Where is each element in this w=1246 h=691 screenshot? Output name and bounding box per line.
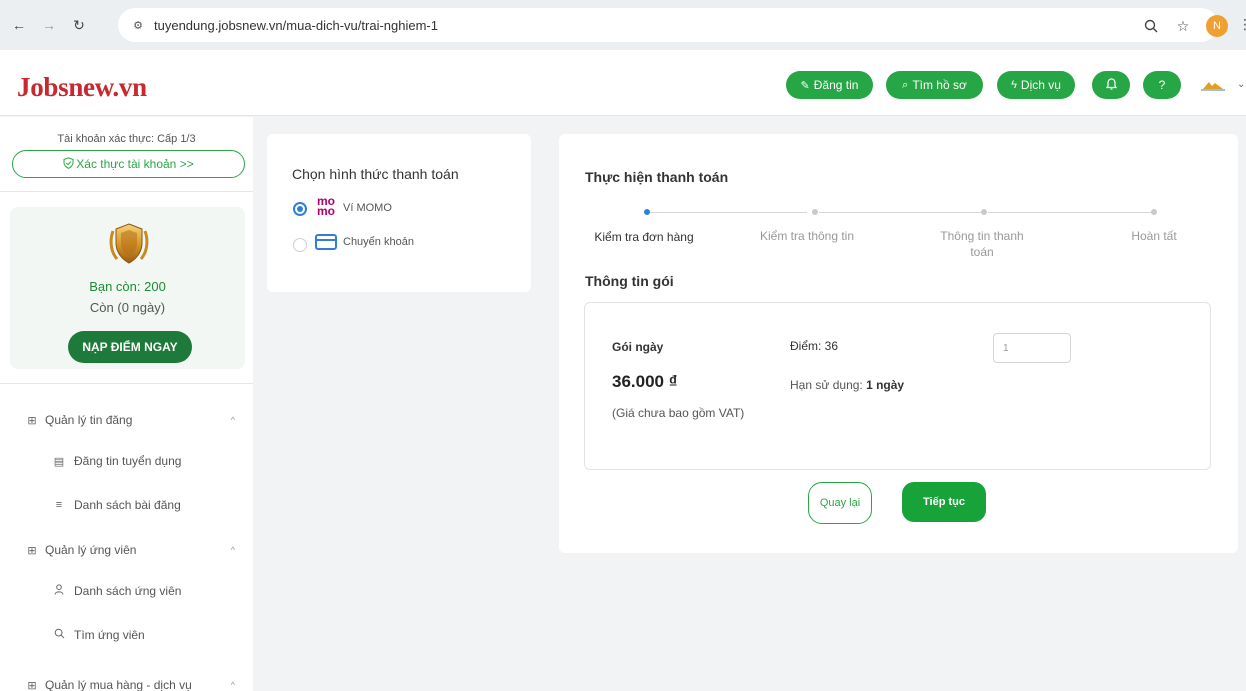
step-dot [812,209,818,215]
account-level-text: Tài khoản xác thực: Cấp 1/3 [57,133,196,145]
help-button[interactable]: ? [1143,71,1181,99]
lightning-icon: ϟ [1011,79,1017,91]
back-button[interactable]: Quay lại [808,482,872,524]
post-job-label: Đăng tin [813,78,859,92]
url-text: tuyendung.jobsnew.vn/mua-dich-vu/trai-ng… [154,17,438,33]
package-name: Gói ngày [612,340,664,354]
package-box: Gói ngày 36.000 ₫ (Giá chưa bao gồm VAT)… [584,302,1211,470]
search-icon [52,628,66,642]
payment-title: Thực hiện thanh toán [585,169,729,185]
sidebar: Tài khoản xác thực: Cấp 1/3 Xác thực tài… [0,117,253,691]
card-icon [315,234,337,250]
account-chevron-down-icon[interactable]: ⌄ [1237,79,1245,90]
shield-check-icon [63,156,74,172]
momo-radio[interactable] [293,202,307,216]
payment-method-title: Chọn hình thức thanh toán [292,166,459,182]
validity-label: Hạn sử dụng: [790,378,863,392]
points-box: Bạn còn: 200 Còn (0 ngày) NẠP ĐIỂM NGAY [10,207,245,369]
package-price: 36.000 ₫ [612,372,678,391]
chevron-up-icon[interactable]: ^ [231,545,235,555]
grid-icon: ⊞ [27,414,37,427]
bank-transfer-radio[interactable] [293,238,307,252]
chevron-up-icon[interactable]: ^ [231,415,235,425]
step-label: Hoàn tất [1131,229,1177,243]
list-icon: ≡ [55,499,63,511]
grid-icon: ⊞ [27,679,37,691]
sidebar-item-label: Tìm ứng viên [74,628,145,642]
momo-option-label[interactable]: Ví MOMO [343,202,392,214]
company-logo[interactable] [1198,77,1228,93]
services-button[interactable]: ϟ Dịch vụ [997,71,1075,99]
back-arrow-icon[interactable]: ← [8,14,30,36]
step-label: Thông tin thanh toán [940,229,1024,259]
browser-toolbar: ← → ↻ ⚙ tuyendung.jobsnew.vn/mua-dich-vu… [0,0,1246,50]
site-logo[interactable]: Jobsnew.vn [17,72,147,103]
stepper-line [650,212,807,213]
sidebar-divider [0,383,253,384]
reload-icon[interactable]: ↻ [68,14,90,36]
sidebar-item-label: Quản lý tin đăng [45,413,133,427]
payment-card: Thực hiện thanh toán Kiểm tra đơn hàng K… [559,134,1238,553]
user-icon [52,584,66,598]
sidebar-item-post-list[interactable]: ≡ Danh sách bài đăng [0,493,253,517]
sidebar-item-post-management[interactable]: ⊞ Quản lý tin đăng ^ [0,408,253,432]
search-icon: ⌕ [902,78,909,91]
sidebar-item-candidate-management[interactable]: ⊞ Quản lý ứng viên ^ [0,538,253,562]
sidebar-divider [0,191,253,192]
services-label: Dịch vụ [1020,78,1061,92]
site-settings-icon[interactable]: ⚙ [130,17,146,33]
points-balance: Bạn còn: 200 [89,279,166,294]
validity-value: 1 ngày [866,378,905,392]
sidebar-item-post-job[interactable]: ▤ Đăng tin tuyển dụng [0,449,253,473]
package-validity: Hạn sử dụng: 1 ngày [790,378,904,392]
sidebar-item-label: Quản lý ứng viên [45,543,137,557]
bookmark-star-icon[interactable]: ☆ [1174,17,1192,35]
verify-account-label: Xác thực tài khoản >> [76,157,194,171]
days-remaining: Còn (0 ngày) [89,300,166,315]
gold-shield-icon [107,221,151,267]
payment-method-card: Chọn hình thức thanh toán mo mo Ví MOMO C… [267,134,531,292]
sidebar-item-label: Danh sách ứng viên [74,584,182,598]
momo-logo-icon: mo mo [317,194,335,218]
site-header: Jobsnew.vn ✎ Đăng tin ⌕ Tìm hồ sơ ϟ Dịch… [0,50,1246,116]
quantity-input[interactable]: 1 [993,333,1071,363]
address-bar[interactable]: ⚙ tuyendung.jobsnew.vn/mua-dich-vu/trai-… [118,8,1218,42]
step-dot [981,209,987,215]
stepper-line [819,212,981,213]
grid-icon: ⊞ [27,544,37,557]
top-up-points-button[interactable]: NẠP ĐIỂM NGAY [68,331,192,363]
continue-button[interactable]: Tiếp tục [902,482,986,522]
search-cv-label: Tìm hồ sơ [912,78,967,92]
package-points: Điểm: 36 [790,339,839,353]
stepper-line [988,212,1151,213]
search-cv-button[interactable]: ⌕ Tìm hồ sơ [886,71,983,99]
document-icon: ▤ [53,455,65,468]
bell-icon [1105,77,1117,93]
step-dot [644,209,650,215]
package-info-title: Thông tin gói [585,273,674,289]
sidebar-item-label: Quản lý mua hàng - dịch vụ [45,678,192,691]
bank-transfer-option-label[interactable]: Chuyển khoản [343,236,414,248]
profile-avatar[interactable]: N [1206,15,1228,37]
verify-account-button[interactable]: Xác thực tài khoản >> [12,150,245,178]
sidebar-item-label: Danh sách bài đăng [74,498,181,512]
sidebar-item-label: Đăng tin tuyển dụng [74,454,182,468]
step-label: Kiểm tra thông tin [759,229,855,243]
sidebar-item-candidate-list[interactable]: Danh sách ứng viên [0,579,253,603]
step-label: Kiểm tra đơn hàng [594,230,694,244]
edit-icon: ✎ [800,79,810,92]
zoom-icon[interactable] [1142,17,1160,35]
sidebar-item-purchase-management[interactable]: ⊞ Quản lý mua hàng - dịch vụ ^ [0,673,253,691]
help-label: ? [1158,78,1166,92]
step-dot [1151,209,1157,215]
sidebar-item-find-candidate[interactable]: Tìm ứng viên [0,623,253,647]
notification-button[interactable] [1092,71,1130,99]
forward-arrow-icon[interactable]: → [38,14,60,36]
chevron-up-icon[interactable]: ^ [231,680,235,690]
vat-note: (Giá chưa bao gồm VAT) [612,406,745,420]
browser-menu-icon[interactable]: ⋮ [1238,16,1246,33]
post-job-button[interactable]: ✎ Đăng tin [786,71,873,99]
